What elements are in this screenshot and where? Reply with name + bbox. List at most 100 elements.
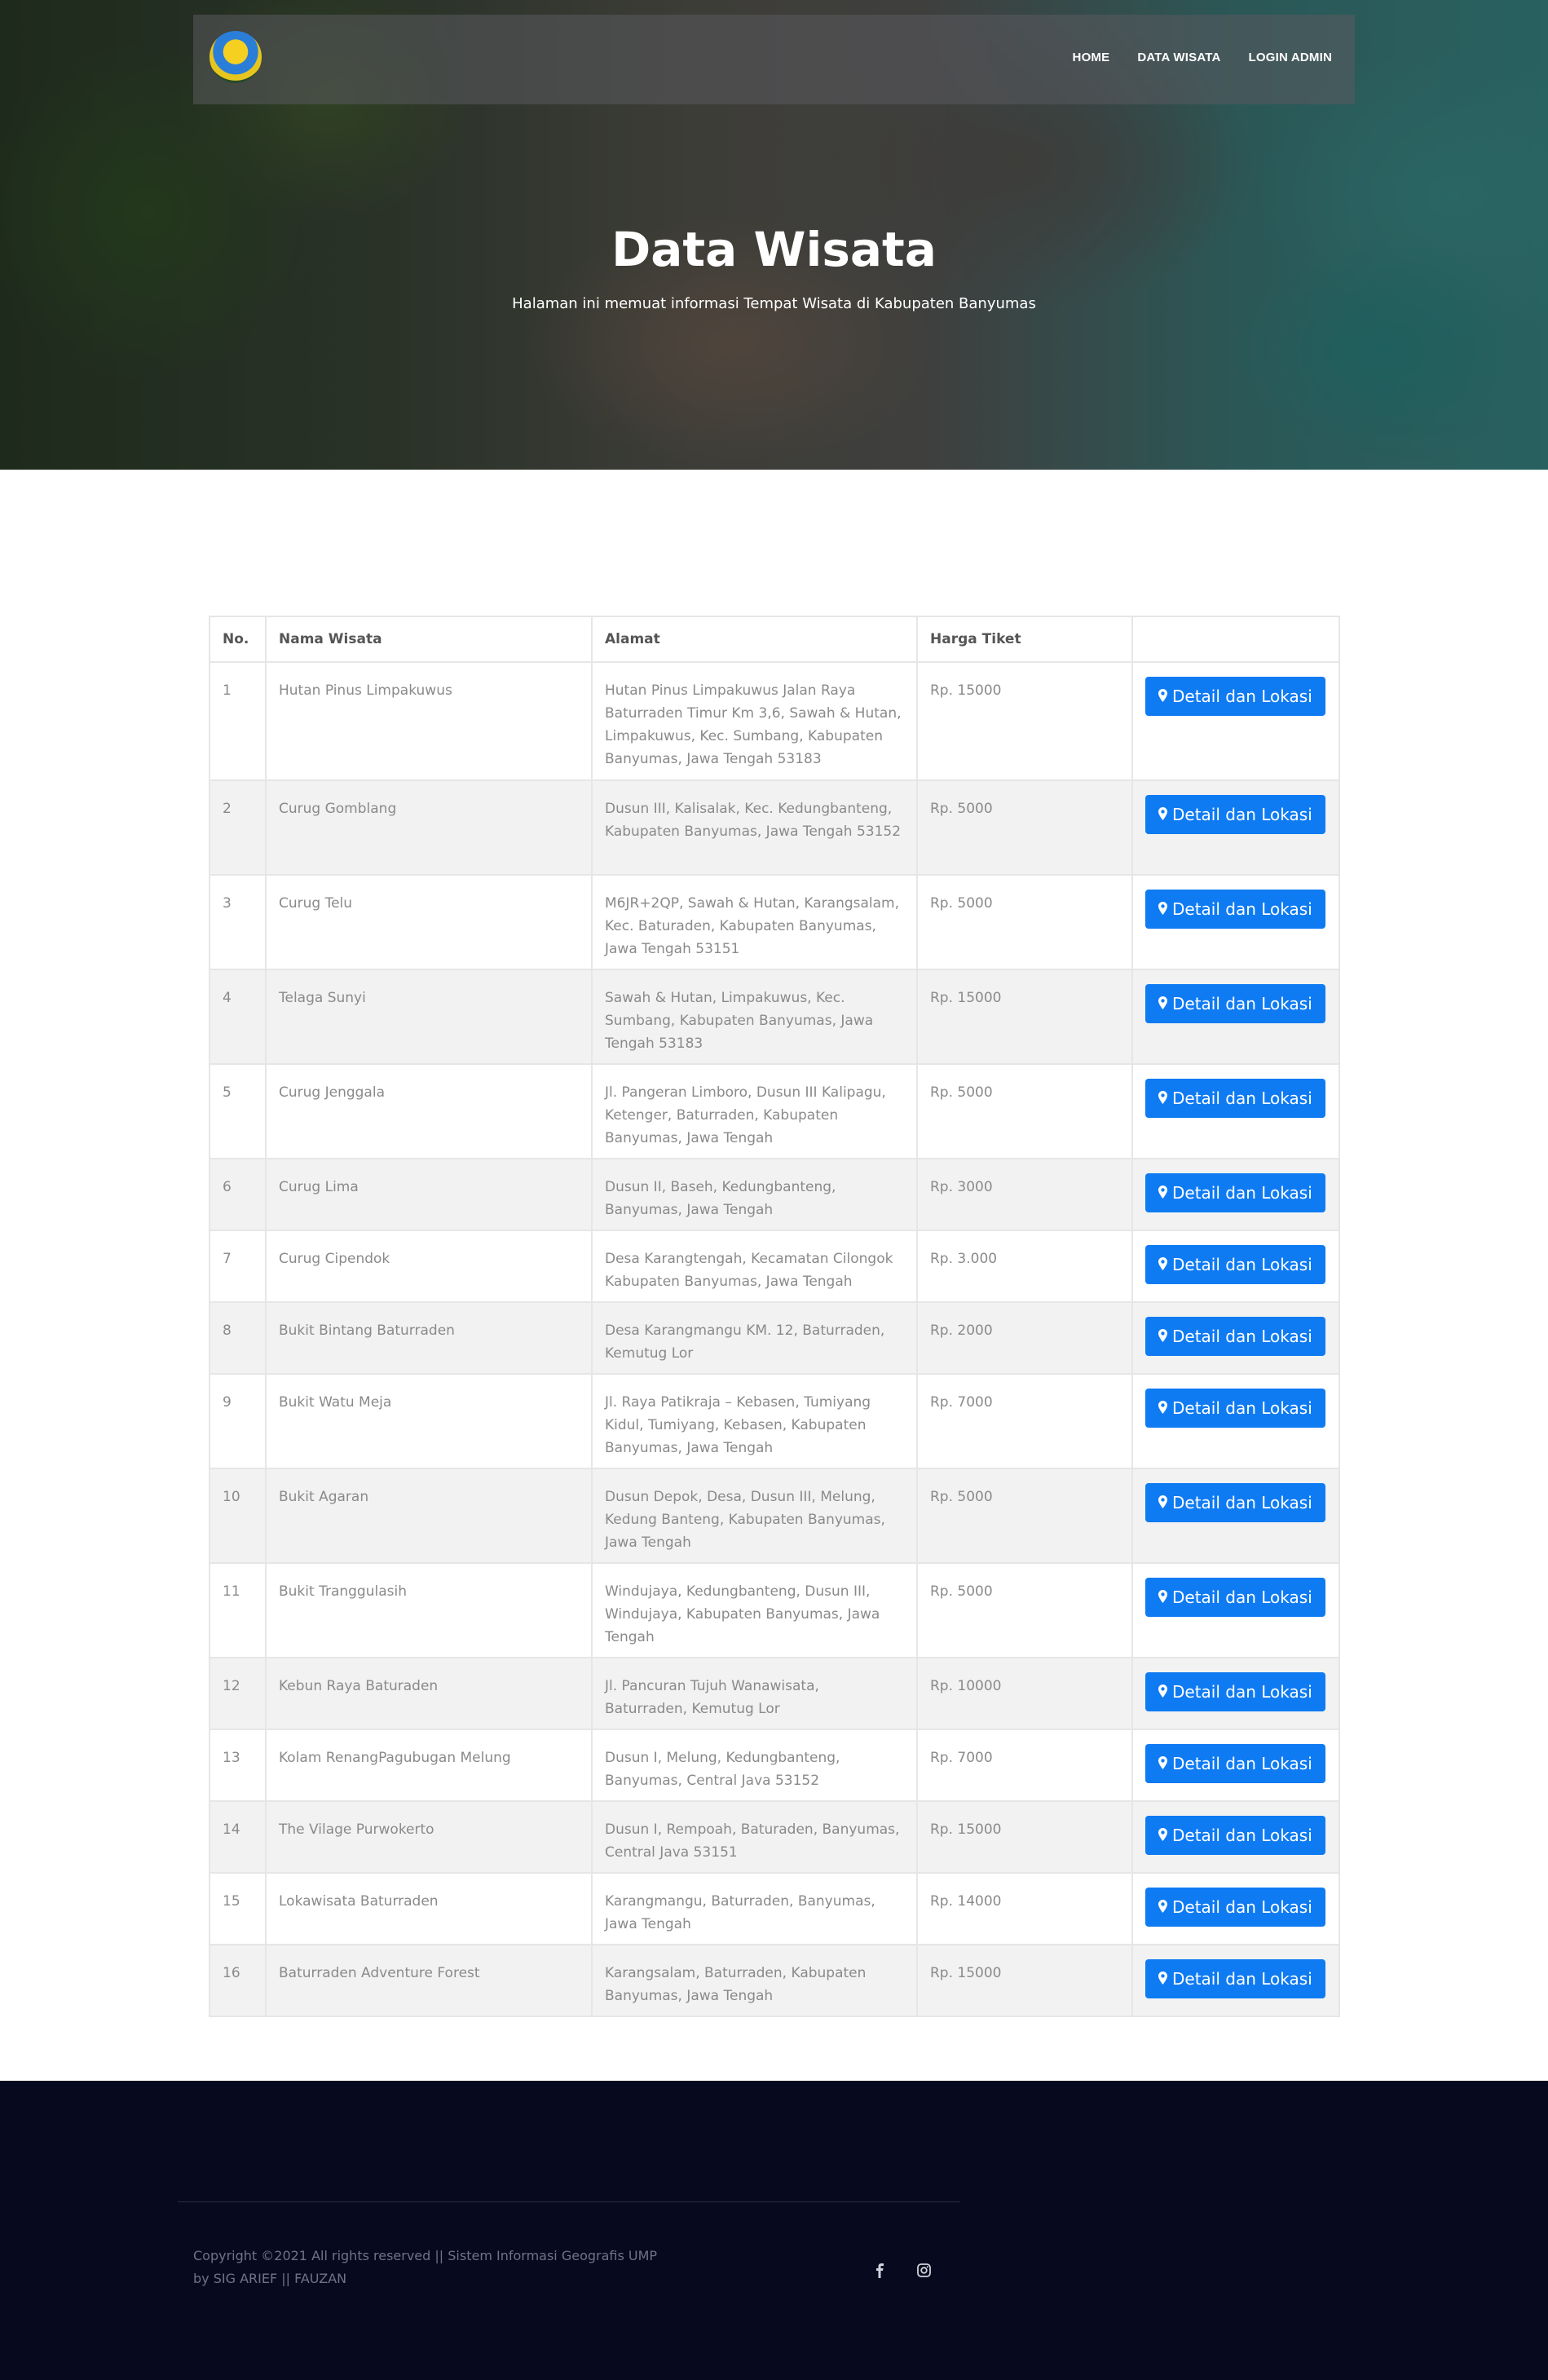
page-subtitle: Halaman ini memuat informasi Tempat Wisa… bbox=[512, 295, 1036, 312]
detail-lokasi-button[interactable]: Detail dan Lokasi bbox=[1145, 1744, 1325, 1783]
detail-lokasi-button[interactable]: Detail dan Lokasi bbox=[1145, 1245, 1325, 1284]
cell-no: 5 bbox=[209, 1063, 267, 1159]
cell-no: 1 bbox=[209, 661, 267, 781]
detail-lokasi-button[interactable]: Detail dan Lokasi bbox=[1145, 1389, 1325, 1428]
cell-nama-wisata: Curug Cipendok bbox=[265, 1230, 593, 1303]
table-row: 5 Curug Jenggala Jl. Pangeran Limboro, Dus… bbox=[209, 1063, 1340, 1159]
map-marker-icon bbox=[1158, 1959, 1167, 1998]
map-marker-icon bbox=[1158, 1317, 1167, 1356]
nav-links: HOME DATA WISATA LOGIN ADMIN bbox=[1073, 51, 1332, 64]
cell-nama-wisata: Telaga Sunyi bbox=[265, 969, 593, 1065]
table-row: 11 Bukit Tranggulasih Windujaya, Kedungban… bbox=[209, 1562, 1340, 1658]
copyright-line-1: Copyright ©2021 All rights reserved || S… bbox=[193, 2248, 658, 2263]
cell-alamat: Desa Karangmangu KM. 12, Baturraden, Kem… bbox=[591, 1301, 918, 1375]
cell-nama-wisata: Hutan Pinus Limpakuwus bbox=[265, 661, 593, 781]
cell-harga-tiket: Rp. 7000 bbox=[916, 1373, 1133, 1469]
copyright-text: Copyright ©2021 All rights reserved || S… bbox=[193, 2245, 764, 2290]
cell-action: Detail dan Lokasi bbox=[1131, 1944, 1340, 2017]
map-marker-icon bbox=[1158, 984, 1167, 1023]
cell-no: 6 bbox=[209, 1158, 267, 1231]
cell-alamat: Dusun I, Rempoah, Baturaden, Banyumas, C… bbox=[591, 1800, 918, 1874]
cell-action: Detail dan Lokasi bbox=[1131, 1468, 1340, 1564]
map-marker-icon bbox=[1158, 1483, 1167, 1522]
cell-alamat: Karangsalam, Baturraden, Kabupaten Banyu… bbox=[591, 1944, 918, 2017]
map-marker-icon bbox=[1158, 1672, 1167, 1711]
detail-lokasi-label: Detail dan Lokasi bbox=[1172, 1255, 1312, 1274]
cell-nama-wisata: Bukit Bintang Baturraden bbox=[265, 1301, 593, 1375]
cell-harga-tiket: Rp. 3.000 bbox=[916, 1230, 1133, 1303]
table-row: 13 Kolam RenangPagubugan Melung Dusun I, M… bbox=[209, 1729, 1340, 1802]
cell-harga-tiket: Rp. 5000 bbox=[916, 1063, 1133, 1159]
cell-harga-tiket: Rp. 15000 bbox=[916, 661, 1133, 781]
cell-alamat: Desa Karangtengah, Kecamatan Cilongok Ka… bbox=[591, 1230, 918, 1303]
cell-alamat: Dusun I, Melung, Kedungbanteng, Banyumas… bbox=[591, 1729, 918, 1802]
map-marker-icon bbox=[1158, 1888, 1167, 1927]
detail-lokasi-button[interactable]: Detail dan Lokasi bbox=[1145, 1959, 1325, 1998]
facebook-icon[interactable] bbox=[875, 2263, 884, 2282]
cell-no: 3 bbox=[209, 874, 267, 970]
cell-alamat: Dusun Depok, Desa, Dusun III, Melung, Ke… bbox=[591, 1468, 918, 1564]
page-title: Data Wisata bbox=[611, 222, 937, 277]
cell-no: 13 bbox=[209, 1729, 267, 1802]
cell-alamat: Jl. Pangeran Limboro, Dusun III Kalipagu… bbox=[591, 1063, 918, 1159]
cell-harga-tiket: Rp. 15000 bbox=[916, 1800, 1133, 1874]
detail-lokasi-button[interactable]: Detail dan Lokasi bbox=[1145, 795, 1325, 834]
detail-lokasi-label: Detail dan Lokasi bbox=[1172, 1183, 1312, 1203]
detail-lokasi-button[interactable]: Detail dan Lokasi bbox=[1145, 984, 1325, 1023]
cell-alamat: Jl. Raya Patikraja – Kebasen, Tumiyang K… bbox=[591, 1373, 918, 1469]
navbar: HOME DATA WISATA LOGIN ADMIN bbox=[193, 15, 1355, 104]
cell-harga-tiket: Rp. 15000 bbox=[916, 1944, 1133, 2017]
detail-lokasi-label: Detail dan Lokasi bbox=[1172, 1682, 1312, 1702]
table-row: 1 Hutan Pinus Limpakuwus Hutan Pinus Limpa… bbox=[209, 661, 1340, 781]
cell-harga-tiket: Rp. 15000 bbox=[916, 969, 1133, 1065]
header-nama-wisata: Nama Wisata bbox=[265, 616, 593, 663]
table-row: 2 Curug Gomblang Dusun III, Kalisalak, Kec… bbox=[209, 779, 1340, 876]
cell-nama-wisata: Curug Jenggala bbox=[265, 1063, 593, 1159]
detail-lokasi-button[interactable]: Detail dan Lokasi bbox=[1145, 1672, 1325, 1711]
detail-lokasi-button[interactable]: Detail dan Lokasi bbox=[1145, 1578, 1325, 1617]
cell-no: 11 bbox=[209, 1562, 267, 1658]
cell-action: Detail dan Lokasi bbox=[1131, 969, 1340, 1065]
table-row: 16 Baturraden Adventure Forest Karangsalam… bbox=[209, 1944, 1340, 2017]
detail-lokasi-label: Detail dan Lokasi bbox=[1172, 1398, 1312, 1418]
detail-lokasi-button[interactable]: Detail dan Lokasi bbox=[1145, 1483, 1325, 1522]
cell-nama-wisata: Kebun Raya Baturaden bbox=[265, 1657, 593, 1730]
instagram-icon[interactable] bbox=[917, 2263, 931, 2281]
cell-nama-wisata: Bukit Watu Meja bbox=[265, 1373, 593, 1469]
nav-login-admin[interactable]: LOGIN ADMIN bbox=[1249, 51, 1332, 64]
detail-lokasi-button[interactable]: Detail dan Lokasi bbox=[1145, 890, 1325, 929]
cell-action: Detail dan Lokasi bbox=[1131, 1800, 1340, 1874]
header-harga-tiket: Harga Tiket bbox=[916, 616, 1133, 663]
cell-action: Detail dan Lokasi bbox=[1131, 1158, 1340, 1231]
site-logo[interactable] bbox=[209, 31, 262, 83]
detail-lokasi-label: Detail dan Lokasi bbox=[1172, 805, 1312, 824]
cell-no: 7 bbox=[209, 1230, 267, 1303]
cell-nama-wisata: Baturraden Adventure Forest bbox=[265, 1944, 593, 2017]
map-marker-icon bbox=[1158, 1079, 1167, 1118]
cell-no: 4 bbox=[209, 969, 267, 1065]
hero-banner: HOME DATA WISATA LOGIN ADMIN Data Wisata… bbox=[0, 0, 1548, 470]
cell-action: Detail dan Lokasi bbox=[1131, 1872, 1340, 1945]
nav-home[interactable]: HOME bbox=[1073, 51, 1110, 64]
detail-lokasi-label: Detail dan Lokasi bbox=[1172, 1493, 1312, 1512]
cell-nama-wisata: Bukit Tranggulasih bbox=[265, 1562, 593, 1658]
cell-no: 10 bbox=[209, 1468, 267, 1564]
cell-action: Detail dan Lokasi bbox=[1131, 1063, 1340, 1159]
nav-data-wisata[interactable]: DATA WISATA bbox=[1137, 51, 1220, 64]
detail-lokasi-button[interactable]: Detail dan Lokasi bbox=[1145, 677, 1325, 716]
cell-nama-wisata: Curug Gomblang bbox=[265, 779, 593, 876]
detail-lokasi-button[interactable]: Detail dan Lokasi bbox=[1145, 1317, 1325, 1356]
detail-lokasi-button[interactable]: Detail dan Lokasi bbox=[1145, 1173, 1325, 1212]
detail-lokasi-button[interactable]: Detail dan Lokasi bbox=[1145, 1079, 1325, 1118]
cell-no: 12 bbox=[209, 1657, 267, 1730]
detail-lokasi-button[interactable]: Detail dan Lokasi bbox=[1145, 1888, 1325, 1927]
cell-alamat: Dusun III, Kalisalak, Kec. Kedungbanteng… bbox=[591, 779, 918, 876]
map-marker-icon bbox=[1158, 795, 1167, 834]
cell-action: Detail dan Lokasi bbox=[1131, 1562, 1340, 1658]
cell-nama-wisata: Bukit Agaran bbox=[265, 1468, 593, 1564]
table-header-row: No. Nama Wisata Alamat Harga Tiket bbox=[209, 616, 1340, 663]
detail-lokasi-button[interactable]: Detail dan Lokasi bbox=[1145, 1816, 1325, 1855]
detail-lokasi-label: Detail dan Lokasi bbox=[1172, 1327, 1312, 1346]
header-no: No. bbox=[209, 616, 267, 663]
cell-harga-tiket: Rp. 5000 bbox=[916, 779, 1133, 876]
